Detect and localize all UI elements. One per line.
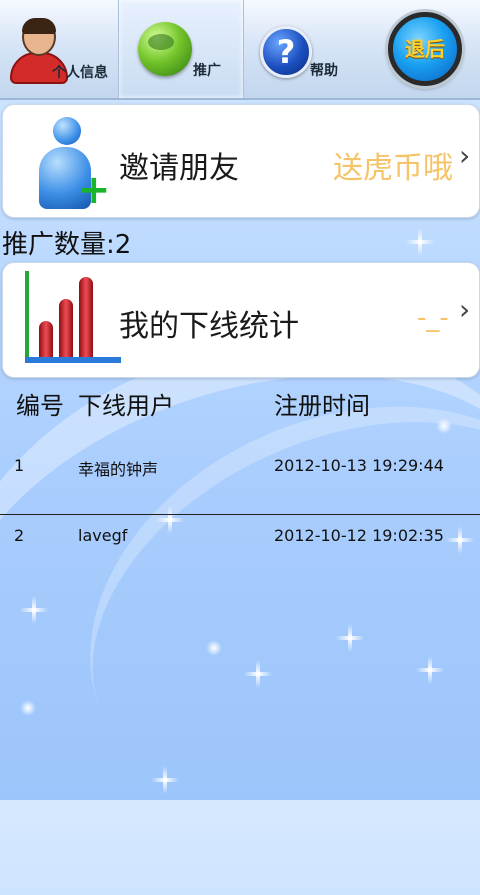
sparkle-decoration bbox=[20, 700, 36, 716]
chevron-right-icon: › bbox=[459, 139, 471, 172]
tab-personal-info[interactable]: 个人信息 bbox=[0, 0, 118, 98]
my-downline-stats-card[interactable]: 我的下线统计 -_- › bbox=[2, 262, 480, 378]
promotion-count-label: 推广数量:2 bbox=[2, 230, 132, 260]
column-header-time: 注册时间 bbox=[274, 392, 370, 420]
globe-icon bbox=[138, 22, 192, 76]
sparkle-decoration bbox=[206, 640, 222, 656]
row-id: 2 bbox=[14, 526, 25, 545]
top-tab-bar: 个人信息 推广 帮助 ? 退后 bbox=[0, 0, 480, 100]
row-user: lavegf bbox=[78, 526, 128, 545]
tab-label: 帮助 bbox=[310, 63, 338, 79]
chevron-right-icon: › bbox=[459, 293, 471, 326]
sparkle-decoration bbox=[436, 418, 452, 434]
column-header-id: 编号 bbox=[16, 392, 64, 420]
tab-label: 推广 bbox=[193, 63, 221, 79]
row-user: 幸福的钟声 bbox=[78, 460, 159, 479]
stats-title: 我的下线统计 bbox=[119, 309, 299, 344]
column-header-user: 下线用户 bbox=[78, 392, 174, 420]
help-icon: ? bbox=[260, 26, 312, 78]
invite-person-icon: + bbox=[35, 117, 111, 211]
row-time: 2012-10-12 19:02:35 bbox=[274, 526, 444, 545]
sparkle-decoration bbox=[400, 222, 440, 262]
row-divider bbox=[0, 514, 480, 515]
invite-friends-card[interactable]: + 邀请朋友 送虎币哦 › bbox=[2, 104, 480, 218]
logout-button[interactable]: 退后 bbox=[388, 12, 462, 86]
tab-label: 个人信息 bbox=[52, 65, 108, 81]
row-time: 2012-10-13 19:29:44 bbox=[274, 456, 444, 475]
stats-extra-text: -_- bbox=[417, 303, 449, 333]
invite-reward-text: 送虎币哦 bbox=[333, 151, 453, 186]
invite-title: 邀请朋友 bbox=[119, 151, 239, 186]
row-id: 1 bbox=[14, 456, 25, 475]
bar-chart-icon bbox=[25, 271, 121, 363]
